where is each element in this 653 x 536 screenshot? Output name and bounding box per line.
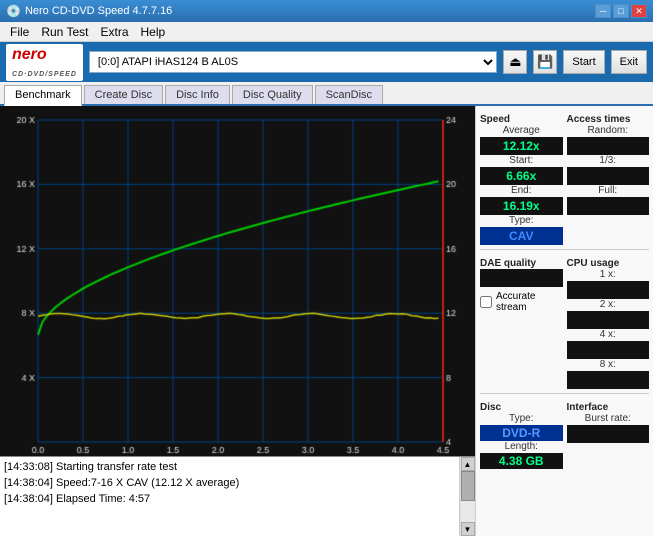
close-button[interactable]: ✕ [631,4,647,18]
minimize-button[interactable]: ─ [595,4,611,18]
access-col: Access times Random: 1/3: Full: [567,110,650,245]
menu-file[interactable]: File [4,23,35,41]
start-label: Start: [480,155,563,166]
third-value [567,167,650,185]
random-label: Random: [567,125,650,136]
third-label: 1/3: [567,155,650,166]
log-area: [14:33:08] Starting transfer rate test [… [0,456,475,536]
disc-type-value: DVD-R [480,425,563,441]
scroll-down-button[interactable]: ▼ [461,522,475,536]
disc-type-sub: Type: [480,413,563,424]
start-value: 6.66x [480,167,563,185]
maximize-button[interactable]: □ [613,4,629,18]
nero-logo: nero CD·DVD/SPEED [6,44,83,81]
divider2 [480,393,649,394]
cpu-title: CPU usage [567,258,650,269]
disc-type-label: Disc [480,402,563,413]
save-icon[interactable]: 💾 [533,50,557,74]
cpu-col: CPU usage 1 x: 2 x: 4 x: 8 x: [567,254,650,389]
main-content: [14:33:08] Starting transfer rate test [… [0,106,653,536]
toolbar: nero CD·DVD/SPEED [0:0] ATAPI iHAS124 B … [0,42,653,82]
dae-cpu-row: DAE quality Accurate stream CPU usage 1 … [480,254,649,389]
tab-scan-disc[interactable]: ScanDisc [315,85,383,104]
2x-label: 2 x: [567,299,650,310]
end-label: End: [480,185,563,196]
random-value [567,137,650,155]
tab-create-disc[interactable]: Create Disc [84,85,163,104]
end-value: 16.19x [480,197,563,215]
tab-disc-info[interactable]: Disc Info [165,85,230,104]
scroll-up-button[interactable]: ▲ [461,457,475,471]
dae-col: DAE quality Accurate stream [480,254,563,389]
dae-value [480,269,563,287]
log-content: [14:33:08] Starting transfer rate test [… [0,457,459,536]
8x-value [567,371,650,389]
1x-label: 1 x: [567,269,650,280]
length-label: Length: [480,441,563,452]
accurate-stream-label: Accurate stream [496,291,563,313]
2x-value [567,311,650,329]
start-button[interactable]: Start [563,50,604,74]
average-value: 12.12x [480,137,563,155]
length-value: 4.38 GB [480,453,563,469]
eject-icon[interactable]: ⏏ [503,50,527,74]
8x-label: 8 x: [567,359,650,370]
menubar: File Run Test Extra Help [0,22,653,42]
menu-run-test[interactable]: Run Test [35,23,94,41]
titlebar-controls[interactable]: ─ □ ✕ [595,4,647,18]
4x-value [567,341,650,359]
menu-extra[interactable]: Extra [94,23,134,41]
interface-col: Interface Burst rate: [567,398,650,469]
scroll-track [461,471,475,522]
scroll-thumb[interactable] [461,471,475,501]
speed-chart [0,106,475,456]
divider1 [480,249,649,250]
log-line: [14:33:08] Starting transfer rate test [4,459,455,475]
right-panel: Speed Average 12.12x Start: 6.66x End: 1… [475,106,653,536]
titlebar-left: 💿 Nero CD-DVD Speed 4.7.7.16 [6,4,172,18]
accurate-stream-checkbox[interactable] [480,296,492,308]
interface-title: Interface [567,402,650,413]
average-label: Average [480,125,563,136]
full-value [567,197,650,215]
accurate-stream-row: Accurate stream [480,291,563,313]
burst-value [567,425,650,443]
disc-interface-row: Disc Type: DVD-R Length: 4.38 GB Interfa… [480,398,649,469]
app-title: Nero CD-DVD Speed 4.7.7.16 [25,5,172,17]
disc-col: Disc Type: DVD-R Length: 4.38 GB [480,398,563,469]
titlebar: 💿 Nero CD-DVD Speed 4.7.7.16 ─ □ ✕ [0,0,653,22]
menu-help[interactable]: Help [135,23,172,41]
tabs: Benchmark Create Disc Disc Info Disc Qua… [0,82,653,106]
access-title: Access times [567,114,650,125]
1x-value [567,281,650,299]
log-scrollbar[interactable]: ▲ ▼ [459,457,475,536]
app-icon: 💿 [6,4,21,18]
full-label: Full: [567,185,650,196]
speed-title: Speed [480,114,563,125]
burst-label: Burst rate: [567,413,650,424]
type-label: Type: [480,215,563,226]
chart-area: [14:33:08] Starting transfer rate test [… [0,106,475,536]
type-value: CAV [480,227,563,245]
speed-access-row: Speed Average 12.12x Start: 6.66x End: 1… [480,110,649,245]
dae-title: DAE quality [480,258,563,269]
drive-selector[interactable]: [0:0] ATAPI iHAS124 B AL0S [89,51,498,73]
log-line: [14:38:04] Elapsed Time: 4:57 [4,491,455,507]
tab-benchmark[interactable]: Benchmark [4,85,82,106]
speed-col: Speed Average 12.12x Start: 6.66x End: 1… [480,110,563,245]
4x-label: 4 x: [567,329,650,340]
tab-disc-quality[interactable]: Disc Quality [232,85,313,104]
log-line: [14:38:04] Speed:7-16 X CAV (12.12 X ave… [4,475,455,491]
exit-button[interactable]: Exit [611,50,647,74]
